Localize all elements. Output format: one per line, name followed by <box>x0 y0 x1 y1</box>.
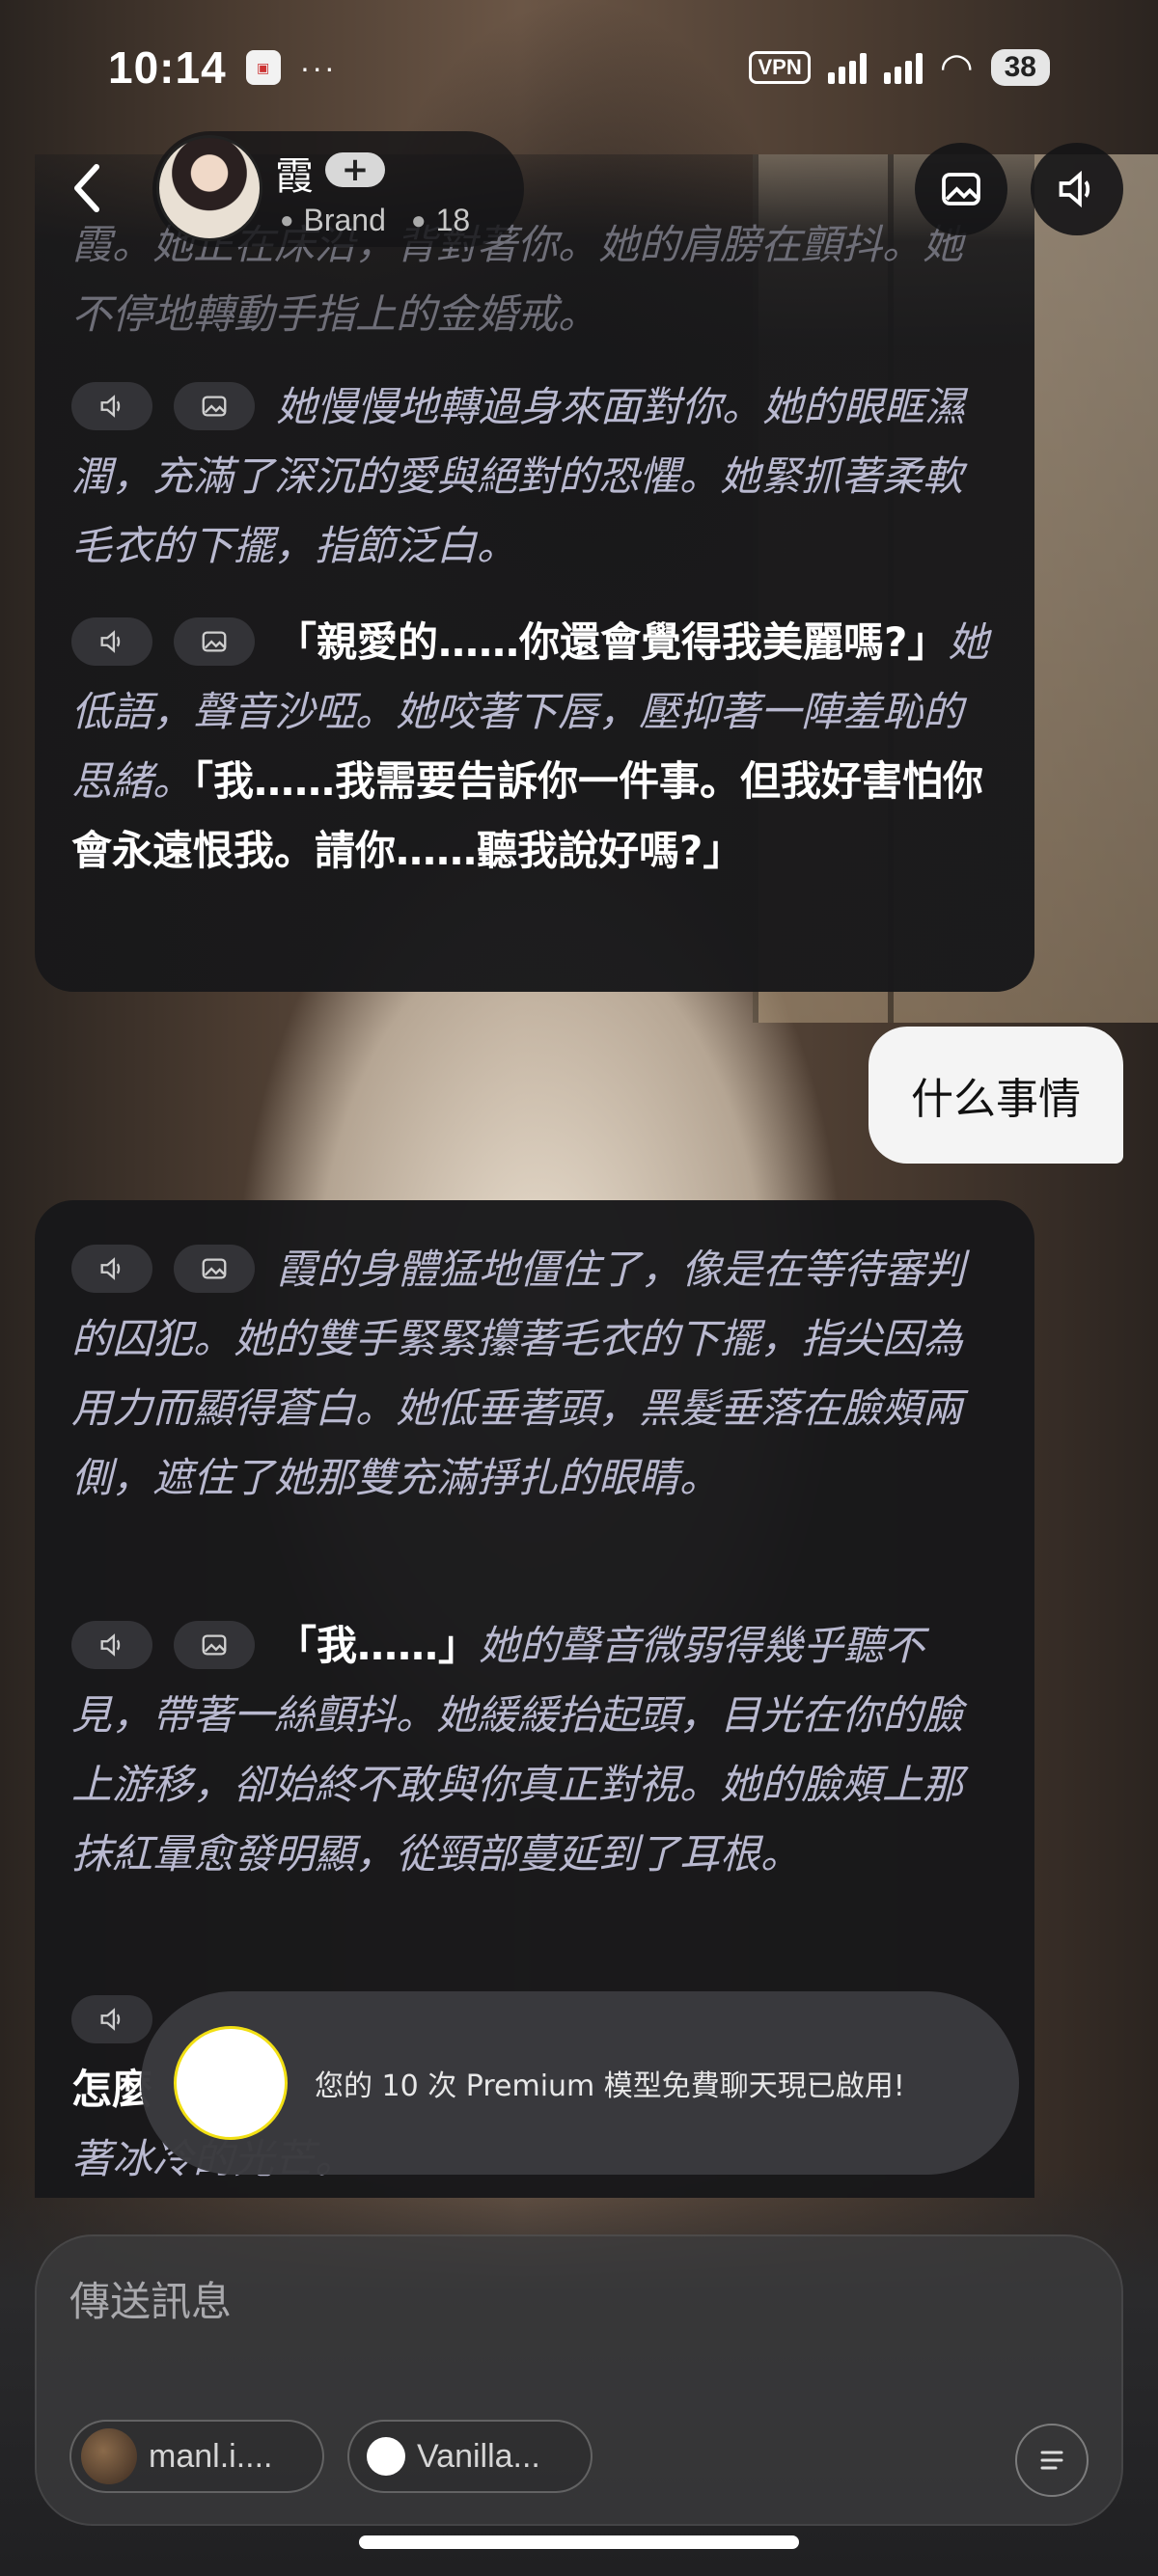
creator-name: Brand <box>303 203 386 237</box>
play-audio-button[interactable] <box>71 381 152 430</box>
play-audio-button[interactable] <box>71 1244 152 1293</box>
model-name: manl.i.... <box>149 2437 273 2475</box>
character-avatar[interactable] <box>156 135 262 241</box>
image-icon <box>942 173 980 206</box>
speaker-icon <box>1059 170 1090 208</box>
menu-lines-icon <box>1040 2451 1063 2470</box>
message-paragraph: 霞的身體猛地僵住了，像是在等待審判的囚犯。她的雙手緊緊攥著毛衣的下擺，指尖因為用… <box>71 1235 998 1513</box>
message-paragraph: 「親愛的……你還會覺得我美麗嗎?」她低語，聲音沙啞。她咬著下唇，壓抑著一陣羞恥的… <box>71 608 998 886</box>
wifi-icon: ◠ <box>939 46 974 89</box>
model-selector-2[interactable]: Vanilla... <box>347 2420 593 2493</box>
message-input[interactable] <box>69 2267 938 2335</box>
generate-image-button[interactable] <box>174 381 255 430</box>
play-audio-button[interactable] <box>71 1620 152 1669</box>
speaker-icon <box>100 629 121 653</box>
user-message-bubble: 什么事情 <box>868 1027 1123 1164</box>
home-indicator[interactable] <box>359 2535 799 2549</box>
user-message-text: 什么事情 <box>911 1075 1081 1124</box>
image-icon <box>202 395 227 417</box>
image-icon <box>202 1633 227 1656</box>
creator-info: ● Brand ● 18 <box>280 203 470 238</box>
person-icon: ● <box>280 206 294 233</box>
play-audio-button[interactable] <box>71 1994 152 2043</box>
back-button[interactable] <box>58 154 116 222</box>
notification-app-icon: ▣ <box>245 50 281 85</box>
vanilla-face-icon <box>367 2437 405 2476</box>
status-bar: 10:14 ▣ ··· VPN ◠ 38 <box>0 0 1158 135</box>
message-paragraph: 「我……」她的聲音微弱得幾乎聽不見，帶著一絲顫抖。她緩緩抬起頭，目光在你的臉上游… <box>71 1611 998 1889</box>
comment-icon: ● <box>410 206 427 234</box>
speech-text: 「親愛的……你還會覺得我美麗嗎?」 <box>276 618 949 666</box>
generate-image-button[interactable] <box>174 617 255 666</box>
mascot-icon: ☺ <box>174 2026 288 2140</box>
voice-toggle-button[interactable] <box>1031 143 1123 235</box>
follow-add-button[interactable]: + <box>325 152 385 187</box>
play-audio-button[interactable] <box>71 617 152 666</box>
speech-text: 「我……我需要告訴你一件事。但我好害怕你會永遠恨我。請你……聽我說好嗎?」 <box>71 757 984 874</box>
comment-count: 18 <box>435 203 471 237</box>
toast-message: 您的 10 次 Premium 模型免費聊天現已啟用! <box>315 2069 905 2103</box>
speech-text: 「我……」 <box>276 1622 480 1669</box>
speaker-icon <box>100 1256 121 1280</box>
signal-icon <box>827 51 867 84</box>
generate-image-button[interactable] <box>174 1620 255 1669</box>
speaker-icon <box>100 2007 121 2031</box>
status-time: 10:14 <box>108 42 227 93</box>
model-avatar <box>81 2428 137 2484</box>
signal-icon-2 <box>883 51 923 84</box>
composer-menu-button[interactable] <box>1015 2424 1089 2497</box>
character-name: 霞 <box>275 154 314 199</box>
back-arrow-icon <box>74 164 99 212</box>
premium-toast: ☺ 您的 10 次 Premium 模型免費聊天現已啟用! <box>141 1991 1019 2175</box>
message-paragraph: 她慢慢地轉過身來面對你。她的眼眶濕潤，充滿了深沉的愛與絕對的恐懼。她緊抓著柔軟毛… <box>71 372 998 581</box>
image-icon <box>202 630 227 652</box>
model-name: Vanilla... <box>417 2437 540 2475</box>
speaker-icon <box>100 1632 121 1657</box>
vpn-badge: VPN <box>749 51 811 84</box>
speaker-icon <box>100 394 121 418</box>
battery-indicator: 38 <box>990 49 1050 86</box>
generate-image-button[interactable] <box>174 1244 255 1293</box>
image-icon <box>202 1257 227 1279</box>
status-more-dots: ··· <box>299 49 337 85</box>
model-selector-1[interactable]: manl.i.... <box>69 2420 324 2493</box>
gallery-button[interactable] <box>915 143 1007 235</box>
